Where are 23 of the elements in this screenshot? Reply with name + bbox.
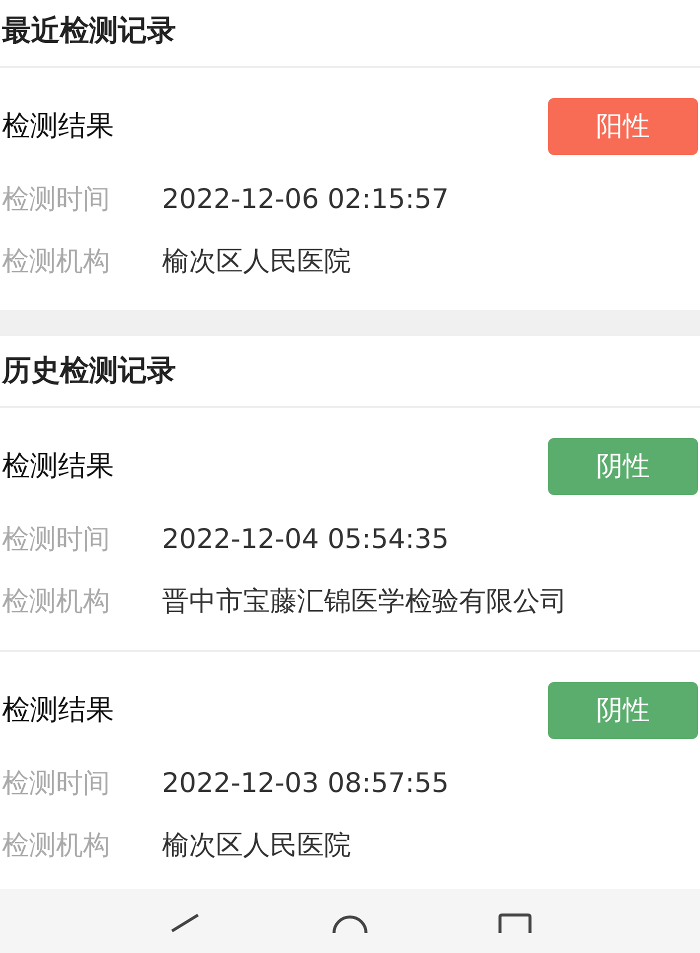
field-label: 检测机构 <box>2 245 111 279</box>
field-value: 榆次区人民医院 <box>162 245 351 279</box>
result-label: 检测结果 <box>2 108 114 144</box>
result-badge: 阴性 <box>548 682 698 738</box>
result-badge: 阳性 <box>548 98 698 154</box>
field-value: 2022-12-06 02:15:57 <box>162 184 449 214</box>
result-badge: 阴性 <box>548 438 698 494</box>
result-label: 检测结果 <box>2 692 114 728</box>
back-icon[interactable] <box>168 913 202 933</box>
home-icon[interactable] <box>332 913 368 933</box>
field-value: 2022-12-03 08:57:55 <box>162 768 449 798</box>
field-label: 检测机构 <box>2 585 111 619</box>
section-title: 历史检测记录 <box>0 336 700 408</box>
result-label: 检测结果 <box>2 448 114 484</box>
field-value: 2022-12-04 05:54:35 <box>162 524 449 554</box>
field-label: 检测时间 <box>2 767 111 801</box>
field-label: 检测时间 <box>2 523 111 557</box>
field-label: 检测时间 <box>2 183 111 217</box>
field-value: 榆次区人民医院 <box>162 829 351 863</box>
field-value: 晋中市宝藤汇锦医学检验有限公司 <box>162 585 567 619</box>
field-label: 检测机构 <box>2 829 111 863</box>
recent-apps-icon[interactable] <box>498 913 532 933</box>
section-title: 最近检测记录 <box>0 0 700 68</box>
